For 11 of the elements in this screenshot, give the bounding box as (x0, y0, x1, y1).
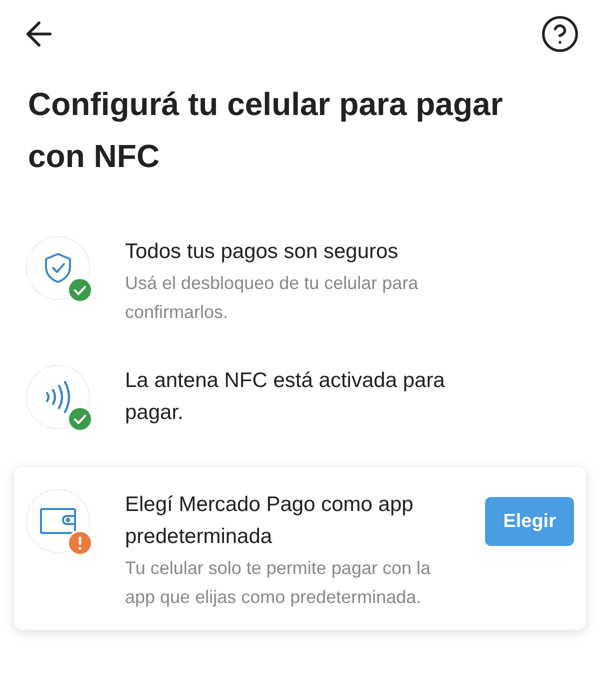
contactless-icon (44, 380, 72, 414)
step-title: La antena NFC está activada para pagar. (125, 368, 446, 426)
step-title: Elegí Mercado Pago como app predeterminada (125, 492, 414, 550)
page-title: Configurá tu celular para pagar con NFC (27, 85, 504, 176)
wallet-icon (40, 508, 76, 534)
shield-icon (43, 252, 73, 284)
step-description: Tu celular solo te permite pagar con la app que elijas como predeterminada. (125, 557, 432, 609)
step-title: Todos tus pagos son seguros (125, 239, 400, 265)
help-icon[interactable] (540, 14, 580, 54)
step-description: Usá el desbloqueo de tu celular para confirmarlos. (125, 272, 420, 324)
choose-button[interactable]: Elegir (485, 497, 574, 546)
